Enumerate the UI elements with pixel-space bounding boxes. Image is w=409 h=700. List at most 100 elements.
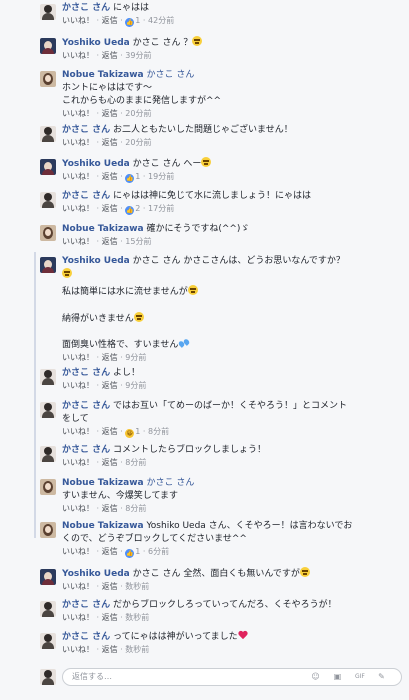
gif-icon[interactable]: GIF	[355, 672, 365, 681]
reply-link[interactable]: 返信	[102, 109, 118, 118]
like-link[interactable]: いいね！	[62, 237, 94, 246]
comment-meta: いいね！ · 返信 · 👍 1 · 19分前	[62, 172, 175, 183]
reply-link[interactable]: 返信	[102, 645, 118, 654]
comment-text: ホントにゃははです〜	[62, 83, 153, 93]
avatar[interactable]	[40, 446, 56, 462]
camera-icon[interactable]: ▣	[333, 672, 342, 681]
author-name[interactable]: かさこ さん	[62, 600, 110, 610]
author-name[interactable]: Nobue Takizawa	[62, 521, 144, 531]
avatar[interactable]	[40, 225, 56, 241]
author-name[interactable]: Nobue Takizawa	[62, 478, 144, 488]
like-link[interactable]: いいね！	[62, 51, 94, 60]
like-link[interactable]: いいね！	[62, 172, 94, 181]
reply-link[interactable]: 返信	[102, 547, 118, 556]
reply-link[interactable]: 返信	[102, 582, 118, 591]
timestamp[interactable]: 15分前	[125, 237, 151, 246]
timestamp[interactable]: 20分前	[125, 138, 151, 147]
like-link[interactable]: いいね！	[62, 458, 94, 467]
author-name[interactable]: Nobue Takizawa	[62, 224, 144, 234]
reply-link[interactable]: 返信	[102, 138, 118, 147]
author-name[interactable]: かさこ さん	[62, 401, 110, 411]
like-link[interactable]: いいね！	[62, 504, 94, 513]
timestamp[interactable]: 数秒前	[125, 645, 149, 654]
comment-text: よし！	[113, 368, 141, 378]
avatar[interactable]	[40, 522, 56, 538]
author-name[interactable]: かさこ さん	[62, 125, 110, 135]
sticker-icon[interactable]: ✎	[377, 672, 386, 681]
like-reaction-icon[interactable]: 👍	[125, 206, 135, 215]
avatar[interactable]	[40, 4, 56, 20]
reply-link[interactable]: 返信	[102, 381, 118, 390]
reply-link[interactable]: 返信	[102, 504, 118, 513]
avatar[interactable]	[40, 159, 56, 175]
like-reaction-icon[interactable]: 👍	[125, 549, 135, 558]
reply-thread-line	[34, 252, 36, 538]
timestamp[interactable]: 数秒前	[125, 582, 149, 591]
like-reaction-icon[interactable]: 👍	[125, 18, 135, 27]
comment: かさこ さん ってにゃはは神がいってました いいね！ · 返信 · 数秒前	[40, 631, 401, 656]
avatar[interactable]	[40, 257, 56, 273]
like-link[interactable]: いいね！	[62, 645, 94, 654]
timestamp[interactable]: 9分前	[125, 381, 146, 390]
like-link[interactable]: いいね！	[62, 109, 94, 118]
emoji-icon[interactable]: ☺	[311, 672, 320, 681]
timestamp[interactable]: 17分前	[148, 204, 174, 213]
avatar[interactable]	[40, 192, 56, 208]
author-name[interactable]: かさこ さん	[62, 445, 110, 455]
timestamp[interactable]: 9分前	[125, 353, 146, 362]
like-link[interactable]: いいね！	[62, 582, 94, 591]
like-link[interactable]: いいね！	[62, 204, 94, 213]
avatar[interactable]	[40, 402, 56, 418]
reply-link[interactable]: 返信	[102, 204, 118, 213]
avatar[interactable]	[40, 71, 56, 87]
timestamp[interactable]: 42分前	[148, 16, 174, 25]
author-name[interactable]: かさこ さん	[62, 368, 110, 378]
avatar[interactable]	[40, 126, 56, 142]
reply-link[interactable]: 返信	[102, 427, 118, 436]
author-name[interactable]: かさこ さん	[62, 3, 110, 13]
like-link[interactable]: いいね！	[62, 427, 94, 436]
author-name[interactable]: Yoshiko Ueda	[62, 159, 130, 169]
haha-reaction-icon[interactable]: 😆	[125, 429, 135, 438]
author-name[interactable]: Yoshiko Ueda	[62, 256, 130, 266]
like-reaction-icon[interactable]: 👍	[125, 174, 135, 183]
author-name[interactable]: かさこ さん	[62, 191, 110, 201]
author-name[interactable]: Yoshiko Ueda	[62, 38, 130, 48]
avatar[interactable]	[40, 633, 56, 649]
timestamp[interactable]: 8分前	[125, 504, 146, 513]
reply-link[interactable]: 返信	[102, 16, 118, 25]
like-link[interactable]: いいね！	[62, 138, 94, 147]
avatar[interactable]	[40, 601, 56, 617]
like-link[interactable]: いいね！	[62, 381, 94, 390]
like-link[interactable]: いいね！	[62, 16, 94, 25]
like-link[interactable]: いいね！	[62, 547, 94, 556]
reply-link[interactable]: 返信	[102, 353, 118, 362]
timestamp[interactable]: 19分前	[148, 172, 174, 181]
reply-link[interactable]: 返信	[102, 51, 118, 60]
timestamp[interactable]: 数秒前	[125, 613, 149, 622]
timestamp[interactable]: 6分前	[148, 547, 169, 556]
author-name[interactable]: Yoshiko Ueda	[62, 569, 130, 579]
timestamp[interactable]: 8分前	[125, 458, 146, 467]
comment-text: 面倒臭い性格で、すいません	[62, 340, 179, 350]
timestamp[interactable]: 20分前	[125, 109, 151, 118]
avatar[interactable]	[40, 569, 56, 585]
author-name[interactable]: かさこ さん	[62, 632, 110, 642]
avatar[interactable]	[40, 479, 56, 495]
avatar[interactable]	[40, 38, 56, 54]
like-link[interactable]: いいね！	[62, 613, 94, 622]
author-name[interactable]: Nobue Takizawa	[62, 70, 144, 80]
mention-link[interactable]: かさこ さん	[147, 478, 195, 488]
reply-link[interactable]: 返信	[102, 172, 118, 181]
like-link[interactable]: いいね！	[62, 353, 94, 362]
reply-link[interactable]: 返信	[102, 237, 118, 246]
reply-link[interactable]: 返信	[102, 613, 118, 622]
timestamp[interactable]: 39分前	[125, 51, 151, 60]
reply-input[interactable]: 返信する… ☺ ▣ GIF ✎	[62, 668, 402, 686]
mention-link[interactable]: かさこ さん	[147, 70, 195, 80]
avatar[interactable]	[40, 369, 56, 385]
reply-placeholder[interactable]: 返信する…	[72, 671, 112, 682]
reply-link[interactable]: 返信	[102, 458, 118, 467]
timestamp[interactable]: 8分前	[148, 427, 169, 436]
comment-text: かさこ さん ？	[132, 38, 193, 48]
